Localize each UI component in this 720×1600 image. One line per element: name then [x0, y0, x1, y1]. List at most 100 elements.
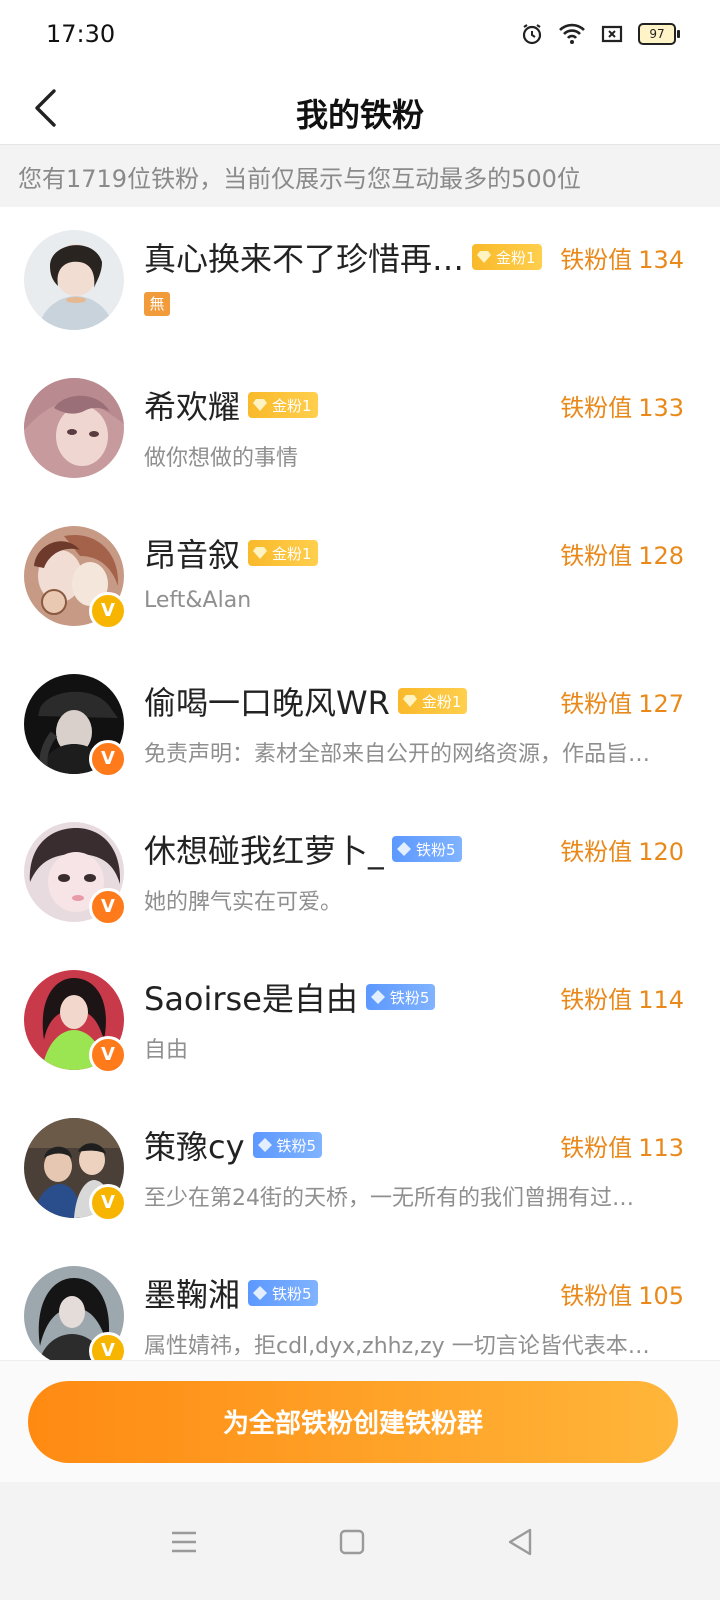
wifi-icon	[559, 23, 585, 44]
fan-level-badge: 金粉1	[472, 244, 542, 270]
badge-label: 铁粉5	[272, 1284, 312, 1303]
gem-icon	[253, 1286, 268, 1300]
badge-label: 金粉1	[272, 544, 312, 563]
gem-icon	[253, 399, 268, 411]
fan-value-label: 铁粉值	[560, 1282, 633, 1310]
fan-description: 自由	[144, 1038, 189, 1063]
badge-label: 金粉1	[421, 692, 462, 711]
name-row: 希欢耀 金粉1	[144, 382, 318, 428]
fan-value-label: 铁粉值	[560, 986, 633, 1014]
no-sim-icon	[601, 25, 623, 43]
verified-badge: V	[89, 1036, 127, 1074]
fan-name: 墨鞠湘	[144, 1276, 241, 1314]
fan-name: Saoirse是自由	[144, 980, 358, 1018]
home-square-icon	[339, 1529, 365, 1555]
fan-value-number: 120	[638, 838, 684, 866]
status-icons: 97	[520, 22, 680, 46]
avatar[interactable]	[24, 378, 124, 478]
fan-level-badge: 金粉1	[248, 540, 318, 566]
verified-badge: V	[89, 740, 127, 778]
gem-icon	[477, 251, 491, 263]
fan-value: 铁粉值 120	[560, 832, 684, 867]
fan-list: 真心换来不了珍惜再… 金粉1 铁粉值 134 無 希欢耀 金粉1 铁粉值 133 做…	[0, 206, 720, 1390]
fan-name: 昂音叙	[144, 536, 241, 574]
gem-icon	[253, 547, 268, 559]
notice-banner: 您有1719位铁粉，当前仅展示与您互动最多的500位	[0, 144, 720, 207]
fan-item[interactable]: V Saoirse是自由 铁粉5 铁粉值 114 自由	[0, 946, 720, 1094]
fan-value: 铁粉值 114	[560, 980, 684, 1015]
fan-item[interactable]: V 策豫cy 铁粉5 铁粉值 113 至少在第24街的天桥，一无所有的我们曾拥有过…	[0, 1094, 720, 1242]
menu-icon	[172, 1531, 196, 1553]
gem-icon	[257, 1138, 272, 1152]
fan-value-number: 134	[638, 246, 684, 274]
tag-badge: 無	[144, 292, 170, 316]
fan-value-number: 133	[638, 394, 684, 422]
status-time: 17:30	[46, 20, 116, 48]
alarm-icon	[522, 24, 542, 45]
fan-item[interactable]: V 偷喝一口晚风WR 金粉1 铁粉值 127 免责声明：素材全部来自公开的网络资源…	[0, 650, 720, 798]
fan-value-label: 铁粉值	[560, 542, 633, 570]
fan-value: 铁粉值 127	[560, 684, 684, 719]
fan-item[interactable]: V 昂音叙 金粉1 铁粉值 128 Left&Alan	[0, 502, 720, 650]
fan-level-badge: 金粉1	[397, 688, 468, 714]
fan-description: 她的脾气实在可爱。	[144, 890, 343, 915]
fan-value: 铁粉值 134	[560, 240, 684, 275]
fan-value-number: 114	[638, 986, 684, 1014]
name-row: 休想碰我红萝卜_ 铁粉5	[144, 826, 462, 872]
name-row: 策豫cy 铁粉5	[144, 1122, 323, 1168]
nav-bar: 我的铁粉	[0, 72, 720, 144]
status-bar: 17:30 97	[0, 0, 720, 72]
fan-name: 策豫cy	[144, 1128, 245, 1166]
badge-label: 金粉1	[496, 248, 536, 267]
fan-name: 偷喝一口晚风WR	[144, 684, 390, 722]
fan-item[interactable]: 希欢耀 金粉1 铁粉值 133 做你想做的事情	[0, 354, 720, 502]
back-triangle-icon	[508, 1528, 532, 1556]
fan-value-label: 铁粉值	[560, 246, 633, 274]
fan-level-badge: 铁粉5	[248, 1280, 318, 1306]
fan-value-number: 113	[638, 1134, 684, 1162]
back-nav-button[interactable]	[500, 1522, 540, 1562]
notice-text: 您有1719位铁粉，当前仅展示与您互动最多的500位	[18, 165, 581, 193]
fan-value: 铁粉值 105	[560, 1276, 684, 1311]
fan-value-number: 105	[638, 1282, 684, 1310]
fan-level-badge: 铁粉5	[392, 836, 462, 862]
name-row: 偷喝一口晚风WR 金粉1	[144, 678, 468, 724]
fan-description: 做你想做的事情	[144, 446, 299, 471]
fan-description: 至少在第24街的天桥，一无所有的我们曾拥有过…	[144, 1186, 634, 1211]
fan-level-badge: 金粉1	[248, 392, 318, 418]
gem-icon	[397, 842, 412, 856]
fan-value: 铁粉值 113	[560, 1128, 684, 1163]
fan-value-label: 铁粉值	[560, 394, 633, 422]
verified-badge: V	[89, 592, 127, 630]
badge-label: 铁粉5	[276, 1136, 317, 1155]
fan-description: Left&Alan	[144, 588, 252, 613]
menu-button[interactable]	[164, 1522, 204, 1562]
fan-item[interactable]: V 休想碰我红萝卜_ 铁粉5 铁粉值 120 她的脾气实在可爱。	[0, 798, 720, 946]
fan-item[interactable]: 真心换来不了珍惜再… 金粉1 铁粉值 134 無	[0, 206, 720, 354]
system-nav-bar	[0, 1482, 720, 1600]
fan-value-label: 铁粉值	[560, 690, 633, 718]
name-row: Saoirse是自由 铁粉5	[144, 974, 436, 1020]
fan-name: 休想碰我红萝卜_	[144, 832, 385, 870]
fan-value-label: 铁粉值	[560, 838, 633, 866]
home-button[interactable]	[332, 1522, 372, 1562]
create-fan-group-button[interactable]: 为全部铁粉创建铁粉群	[28, 1381, 678, 1463]
fan-value: 铁粉值 128	[560, 536, 684, 571]
fan-name: 希欢耀	[144, 388, 241, 426]
fan-level-badge: 铁粉5	[252, 1132, 323, 1158]
avatar[interactable]	[24, 230, 124, 330]
bottom-panel: 为全部铁粉创建铁粉群	[0, 1360, 720, 1483]
verified-badge: V	[89, 888, 127, 926]
fan-value-number: 127	[638, 690, 684, 718]
battery-icon: 97	[638, 23, 680, 45]
fan-value-label: 铁粉值	[560, 1134, 633, 1162]
fan-level-badge: 铁粉5	[365, 984, 436, 1010]
verified-badge: V	[89, 1184, 127, 1222]
gem-icon	[402, 695, 417, 707]
fan-description: 属性婧祎，拒cdl,dyx,zhhz,zy 一切言论皆代表本…	[144, 1334, 650, 1359]
page-title: 我的铁粉	[295, 96, 424, 134]
badge-label: 铁粉5	[416, 840, 456, 859]
badge-label: 金粉1	[272, 396, 312, 415]
fan-value: 铁粉值 133	[560, 388, 684, 423]
name-row: 昂音叙 金粉1	[144, 530, 318, 576]
